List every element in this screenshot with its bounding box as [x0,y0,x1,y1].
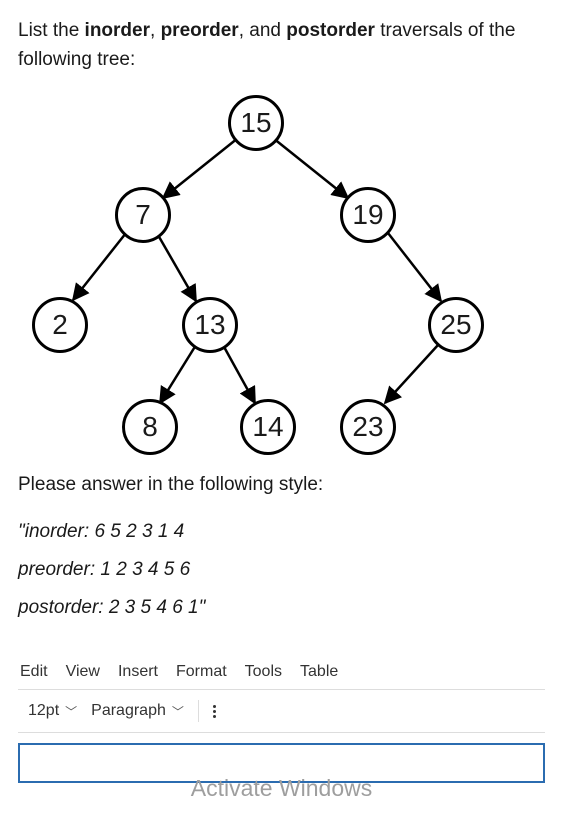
tree-node-2: 2 [32,297,88,353]
paragraph-select[interactable]: Paragraph ﹀ [91,702,184,720]
chevron-down-icon: ﹀ [65,703,77,720]
menu-table[interactable]: Table [300,663,338,681]
tree-node-23: 23 [340,399,396,455]
instruction-text: Please answer in the following style: [18,471,545,500]
menu-format[interactable]: Format [176,663,227,681]
tree-node-25: 25 [428,297,484,353]
editor-menubar: Edit View Insert Format Tools Table [18,655,545,690]
font-size-label: 12pt [28,702,59,720]
tree-node-15: 15 [228,95,284,151]
tree-node-19: 19 [340,187,396,243]
chevron-down-icon: ﹀ [172,703,184,720]
windows-watermark: Activate Windows [18,775,545,802]
example-inorder: "inorder: 6 5 2 3 1 4 [18,513,545,551]
tree-node-13: 13 [182,297,238,353]
menu-edit[interactable]: Edit [20,663,48,681]
menu-insert[interactable]: Insert [118,663,158,681]
tree-node-7: 7 [115,187,171,243]
font-size-select[interactable]: 12pt ﹀ [28,702,77,720]
example-preorder: preorder: 1 2 3 4 5 6 [18,551,545,589]
tree-node-8: 8 [122,399,178,455]
example-postorder: postorder: 2 3 5 4 6 1" [18,589,545,627]
q-postorder: postorder [286,20,375,41]
q-prefix: List the [18,20,85,41]
menu-tools[interactable]: Tools [245,663,282,681]
tree-diagram: 15 7 19 2 13 25 8 14 23 [18,83,508,463]
question-text: List the inorder, preorder, and postorde… [18,16,545,75]
menu-view[interactable]: View [66,663,100,681]
example-block: "inorder: 6 5 2 3 1 4 preorder: 1 2 3 4 … [18,513,545,627]
q-preorder: preorder [161,20,239,41]
rich-text-editor: Edit View Insert Format Tools Table 12pt… [18,655,545,783]
q-sep2: , and [239,20,287,41]
paragraph-label: Paragraph [91,702,166,720]
editor-toolbar: 12pt ﹀ Paragraph ﹀ [18,690,545,733]
tree-node-14: 14 [240,399,296,455]
toolbar-divider [198,700,199,722]
q-sep1: , [150,20,161,41]
q-inorder: inorder [85,20,150,41]
more-options-button[interactable] [213,705,216,718]
